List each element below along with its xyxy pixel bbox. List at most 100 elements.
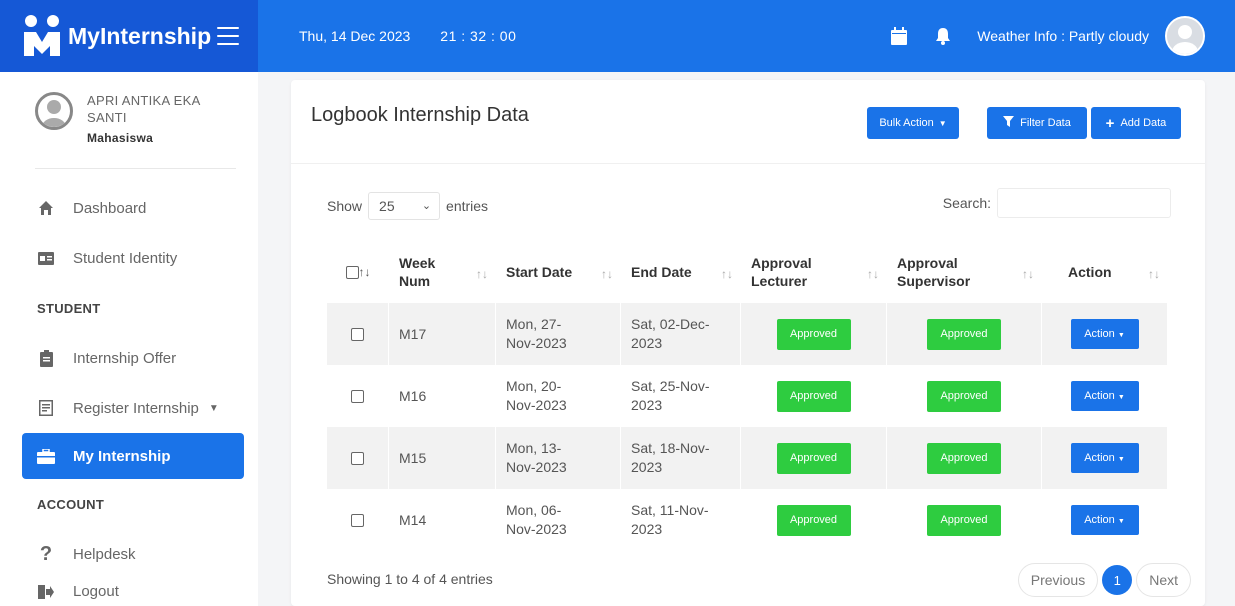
brand: MyInternship [0,0,258,72]
logout-icon [37,583,55,601]
chevron-down-icon: ▼ [208,402,219,414]
sidebar-item-logout[interactable]: Logout [0,579,258,601]
row-checkbox[interactable] [351,390,364,404]
sort-icon: ↑↓ [1022,267,1034,281]
current-date: Thu, 14 Dec 2023 [299,28,411,44]
entries-value: 25 [379,198,395,214]
week-num-cell: M14 [389,489,496,551]
sort-icon: ↑↓ [867,267,879,281]
page-title: Logbook Internship Data [311,104,529,126]
table-row: M14 Mon, 06-Nov-2023 Sat, 11-Nov-2023 Ap… [327,489,1168,551]
filter-data-label: Filter Data [1020,117,1071,129]
weather-info: Weather Info : Partly cloudy [977,28,1149,44]
column-header-start-date[interactable]: Start Date ↑↓ [496,240,621,303]
row-action-button[interactable]: Action ▼ [1070,443,1139,473]
id-card-icon [37,249,55,267]
sort-icon: ↑↓ [476,267,488,281]
chevron-down-icon: ▼ [1117,518,1125,525]
sidebar-item-my-internship[interactable]: My Internship [22,433,244,479]
table-row: M15 Mon, 13-Nov-2023 Sat, 18-Nov-2023 Ap… [327,427,1168,489]
bell-icon[interactable] [933,26,953,46]
row-checkbox[interactable] [351,514,364,528]
page-1-button[interactable]: 1 [1102,565,1133,595]
hamburger-menu-icon[interactable] [217,27,240,45]
table-row: M17 Mon, 27-Nov-2023 Sat, 02-Dec-2023 Ap… [327,303,1168,365]
approval-lecturer-badge: Approved [776,504,851,536]
row-action-button[interactable]: Action ▼ [1070,505,1139,535]
sidebar-item-label: Student Identity [73,249,178,267]
table-info: Showing 1 to 4 of 4 entries [327,571,493,587]
logbook-table: ↑↓ Week Num ↑↓ Start Date ↑↓ End Date ↑↓ Ap… [327,240,1168,551]
chevron-down-icon: ▼ [938,118,947,128]
start-date-cell: Mon, 06-Nov-2023 [496,489,621,551]
sidebar-heading-student: STUDENT [37,300,101,316]
end-date-cell: Sat, 18-Nov-2023 [621,427,741,489]
current-time: 21 : 32 : 00 [440,28,517,44]
home-icon [37,199,55,217]
sidebar-item-helpdesk[interactable]: ? Helpdesk [0,529,258,579]
entries-select[interactable]: 25 ⌄ [368,192,441,220]
table-controls: Show 25 ⌄ entries Search: [327,188,1171,220]
week-num-cell: M16 [389,365,496,427]
column-label: Action [1068,263,1112,280]
bulk-action-button[interactable]: Bulk Action ▼ [867,107,959,139]
sidebar-item-dashboard[interactable]: Dashboard [0,183,258,233]
row-checkbox[interactable] [351,452,364,466]
sidebar-heading-account: ACCOUNT [37,496,105,512]
end-date-cell: Sat, 02-Dec-2023 [621,303,741,365]
week-num-cell: M17 [389,303,496,365]
column-header-approval-lecturer[interactable]: Approval Lecturer ↑↓ [741,240,887,303]
previous-page-button[interactable]: Previous [1017,563,1099,597]
chevron-down-icon: ▼ [1117,394,1125,401]
column-header-week-num[interactable]: Week Num ↑↓ [389,240,496,303]
row-action-button[interactable]: Action ▼ [1070,319,1139,349]
column-label: Approval Supervisor [897,254,971,289]
sidebar-item-label: Internship Offer [73,349,177,367]
table-row: M16 Mon, 20-Nov-2023 Sat, 25-Nov-2023 Ap… [327,365,1168,427]
add-data-button[interactable]: + Add Data [1091,107,1181,139]
approval-supervisor-badge: Approved [927,504,1001,536]
start-date-cell: Mon, 20-Nov-2023 [496,365,621,427]
column-header-approval-supervisor[interactable]: Approval Supervisor ↑↓ [887,240,1042,303]
sidebar-item-label: Dashboard [73,199,147,217]
entries-label: entries [446,198,489,214]
start-date-cell: Mon, 27-Nov-2023 [496,303,621,365]
question-icon: ? [39,542,53,565]
filter-icon [1003,116,1015,130]
week-num-cell: M15 [389,427,496,489]
end-date-cell: Sat, 11-Nov-2023 [621,489,741,551]
sidebar-item-label: Helpdesk [73,545,136,563]
bulk-action-label: Bulk Action [879,117,934,129]
profile-avatar [35,92,73,130]
next-page-button[interactable]: Next [1136,563,1191,597]
show-label: Show [327,198,363,214]
chevron-down-icon: ▼ [1117,456,1125,463]
main-content: Logbook Internship Data Bulk Action ▼ Fi… [258,72,1235,606]
logbook-card: Logbook Internship Data Bulk Action ▼ Fi… [291,80,1205,606]
navbar: Thu, 14 Dec 2023 21 : 32 : 00 Weather In… [258,0,1235,72]
approval-lecturer-badge: Approved [776,442,851,474]
sidebar-item-student-identity[interactable]: Student Identity [0,233,258,283]
calendar-icon[interactable] [889,26,909,46]
select-all-checkbox[interactable] [345,265,359,279]
sort-icon[interactable]: ↑↓ [359,265,371,279]
sidebar-item-internship-offer[interactable]: Internship Offer [0,333,258,383]
chevron-down-icon: ⌄ [421,200,432,212]
sidebar-item-label: My Internship [73,447,171,465]
approval-lecturer-badge: Approved [776,380,851,412]
user-profile: APRI ANTIKA EKA SANTI Mahasiswa [0,72,258,168]
user-avatar[interactable] [1165,16,1205,56]
sort-icon: ↑↓ [601,267,613,281]
column-label: End Date [631,263,692,280]
sidebar-item-register-internship[interactable]: Register Internship ▼ [0,383,258,433]
brand-logo-icon [22,14,62,58]
sort-icon: ↑↓ [721,267,733,281]
approval-supervisor-badge: Approved [927,380,1001,412]
filter-data-button[interactable]: Filter Data [987,107,1087,139]
column-header-end-date[interactable]: End Date ↑↓ [621,240,741,303]
row-checkbox[interactable] [351,328,364,342]
column-header-action[interactable]: Action ↑↓ [1042,240,1168,303]
row-action-button[interactable]: Action ▼ [1070,381,1139,411]
approval-supervisor-badge: Approved [927,442,1001,474]
search-input[interactable] [997,188,1171,218]
